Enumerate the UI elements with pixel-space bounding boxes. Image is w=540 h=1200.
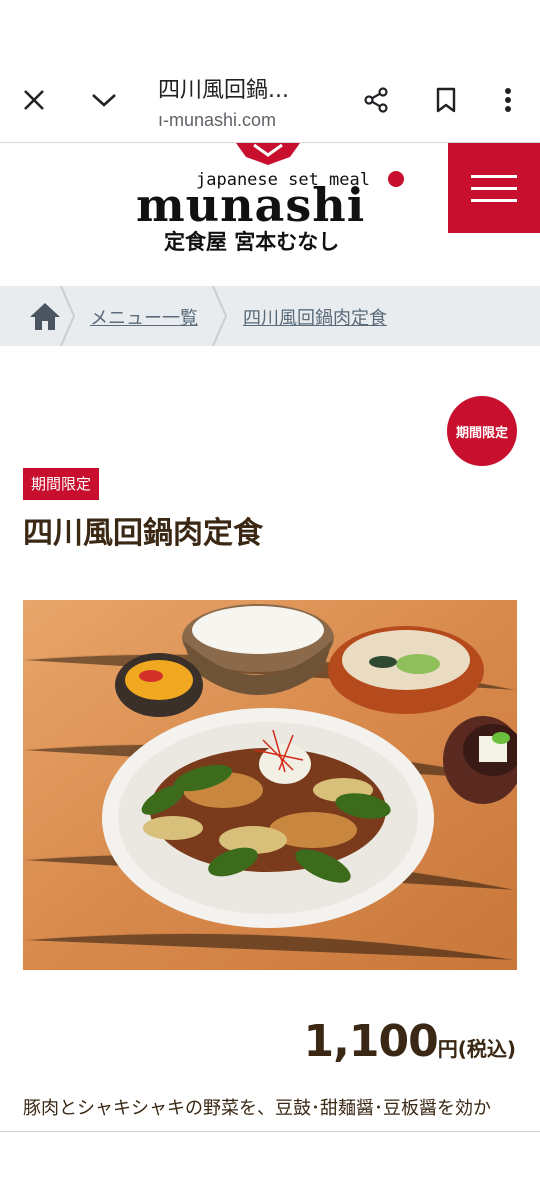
breadcrumb-separator (60, 286, 76, 346)
close-button[interactable] (14, 80, 54, 120)
chevron-down-icon (92, 94, 116, 107)
munashi-logo[interactable]: japanese set meal munashi 定食屋 宮本むなし (134, 143, 410, 261)
breadcrumb: メニュー一覧 四川風回鍋肉定食 (0, 286, 540, 346)
chevron-down-button[interactable] (84, 80, 124, 120)
price-value: 1,100 (303, 1016, 439, 1067)
logo-name: munashi (136, 178, 365, 232)
breadcrumb-current[interactable]: 四川風回鍋肉定食 (243, 304, 387, 330)
dish-title: 四川風回鍋肉定食 (23, 516, 263, 551)
more-vert-icon (505, 88, 511, 112)
home-icon[interactable] (28, 300, 62, 332)
page-title: 四川風回鍋... (158, 78, 289, 103)
dish-description: 豚肉とシャキシャキの野菜を、豆鼓･甜麺醤･豆板醤を効か (23, 1098, 491, 1119)
browser-toolbar: 四川風回鍋... ı-munashi.com (0, 0, 540, 143)
limited-time-tag: 期間限定 (23, 468, 100, 500)
hamburger-menu-button[interactable] (448, 143, 540, 233)
limited-time-badge: 期間限定 (447, 396, 517, 466)
price-unit: 円(税込) (437, 1037, 516, 1061)
hamburger-icon-line (471, 186, 517, 190)
price: 1,100円(税込) (304, 1016, 516, 1067)
close-icon (24, 90, 44, 110)
divider (0, 1131, 540, 1132)
hamburger-icon-line (471, 198, 517, 202)
share-icon (364, 87, 388, 113)
hamburger-icon-line (471, 174, 517, 178)
page-url[interactable]: ı-munashi.com (158, 110, 276, 131)
bookmark-icon (436, 87, 456, 113)
breadcrumb-separator (212, 286, 228, 346)
logo-japanese: 定食屋 宮本むなし (164, 229, 339, 254)
bookmark-button[interactable] (426, 80, 466, 120)
more-options-button[interactable] (490, 80, 526, 120)
breadcrumb-menu-list[interactable]: メニュー一覧 (90, 304, 198, 330)
share-button[interactable] (356, 80, 396, 120)
dish-photo (23, 600, 517, 970)
